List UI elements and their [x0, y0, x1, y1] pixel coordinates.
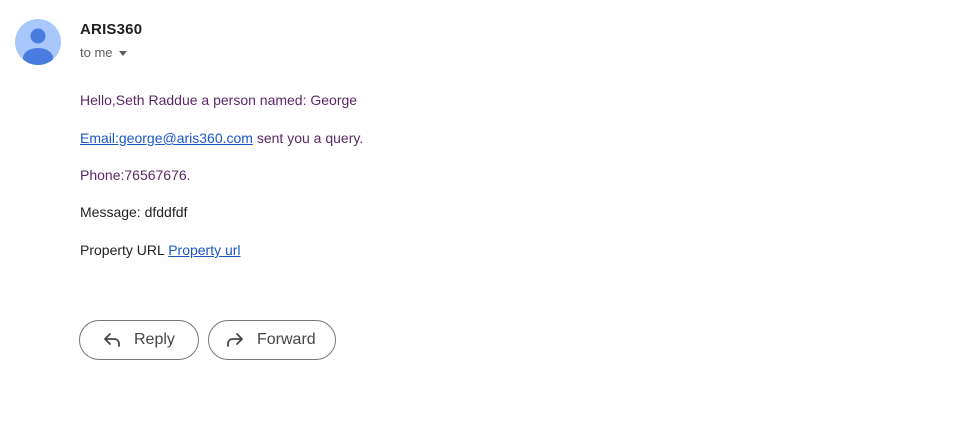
forward-arrow-icon — [225, 330, 245, 350]
person-avatar-icon — [23, 28, 53, 65]
reply-label: Reply — [134, 331, 175, 348]
greeting-line: Hello,Seth Raddue a person named: George — [80, 92, 358, 108]
reply-button[interactable]: Reply — [79, 320, 199, 360]
property-line: Property URL Property url — [80, 241, 241, 259]
sender-name[interactable]: ARIS360 — [80, 21, 142, 38]
forward-button[interactable]: Forward — [208, 320, 336, 360]
email-line: Email:george@aris360.com sent you a quer… — [80, 129, 363, 147]
email-suffix: sent you a query. — [252, 130, 364, 146]
recipient-line: to me — [80, 45, 127, 60]
chevron-down-icon[interactable] — [118, 51, 127, 56]
property-label: Property URL — [80, 242, 169, 258]
sender-avatar[interactable] — [15, 19, 61, 65]
reply-arrow-icon — [102, 330, 122, 350]
email-message: ARIS360 to me Hello,Seth Raddue a person… — [0, 0, 974, 425]
phone-line: Phone:76567676. — [80, 167, 191, 183]
recipient-label: to me — [80, 45, 113, 60]
property-url-link[interactable]: Property url — [168, 242, 240, 258]
message-line: Message: dfddfdf — [80, 204, 188, 220]
forward-label: Forward — [257, 331, 316, 348]
email-link[interactable]: Email:george@aris360.com — [80, 130, 253, 146]
